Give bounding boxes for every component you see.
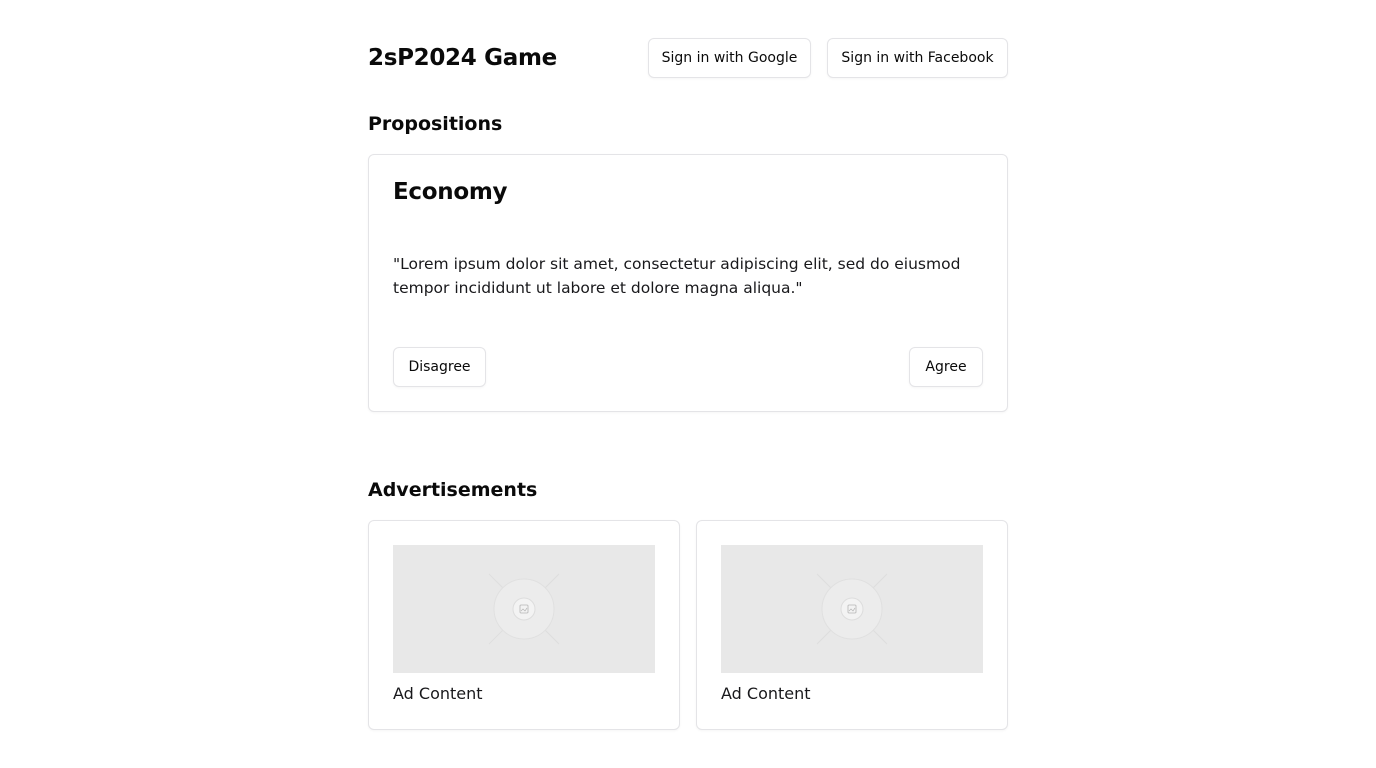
ad-image-placeholder xyxy=(393,545,655,673)
page-header: 2sP2024 Game Sign in with Google Sign in… xyxy=(368,38,1008,78)
app-title: 2sP2024 Game xyxy=(368,45,557,71)
ad-card[interactable]: Ad Content xyxy=(696,520,1008,730)
propositions-section-title: Propositions xyxy=(368,113,503,135)
ad-label: Ad Content xyxy=(393,684,483,703)
advertisements-section-title: Advertisements xyxy=(368,479,538,501)
proposition-text: "Lorem ipsum dolor sit amet, consectetur… xyxy=(393,255,961,297)
ad-card[interactable]: Ad Content xyxy=(368,520,680,730)
sign-in-google-button[interactable]: Sign in with Google xyxy=(648,38,811,78)
proposition-title: Economy xyxy=(393,179,508,205)
agree-button[interactable]: Agree xyxy=(909,347,983,387)
disagree-button[interactable]: Disagree xyxy=(393,347,486,387)
ad-label: Ad Content xyxy=(721,684,811,703)
ad-image-placeholder xyxy=(721,545,983,673)
image-placeholder-icon xyxy=(488,573,560,645)
image-placeholder-icon xyxy=(816,573,888,645)
proposition-card: Economy "Lorem ipsum dolor sit amet, con… xyxy=(368,154,1008,412)
sign-in-facebook-button[interactable]: Sign in with Facebook xyxy=(827,38,1008,78)
